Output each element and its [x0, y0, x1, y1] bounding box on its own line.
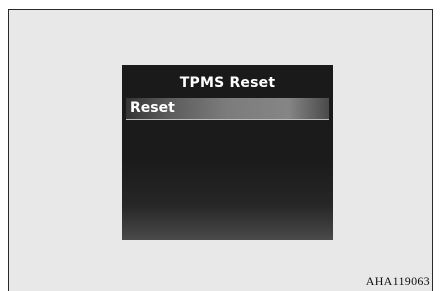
figure-reference-code: AHA119063 [365, 274, 430, 288]
screen-title: TPMS Reset [179, 75, 276, 91]
menu-item-reset[interactable]: Reset [126, 98, 329, 120]
display-screen: TPMS Reset Reset [122, 65, 333, 240]
illustration-frame: TPMS Reset Reset AHA119063 [8, 9, 433, 291]
menu-item-label: Reset [130, 100, 175, 116]
